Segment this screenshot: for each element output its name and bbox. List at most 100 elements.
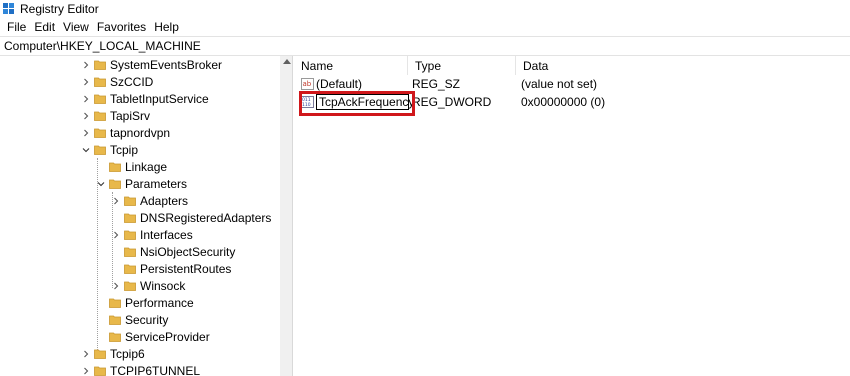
tree-item[interactable]: Adapters xyxy=(110,192,188,209)
tree-item[interactable]: SzCCID xyxy=(80,73,153,90)
tree-item-label: Adapters xyxy=(140,193,189,208)
tree-item[interactable]: TapiSrv xyxy=(80,107,150,124)
address-path[interactable]: Computer\HKEY_LOCAL_MACHINE xyxy=(4,39,201,53)
tree-item-label: Performance xyxy=(125,295,194,310)
tree-item-label: TapiSrv xyxy=(110,108,151,123)
value-type: REG_SZ xyxy=(412,77,461,91)
column-header-type[interactable]: Type xyxy=(408,56,516,75)
folder-icon xyxy=(94,127,106,138)
tree-item-label: Tcpip xyxy=(110,142,139,157)
list-header: Name Type Data xyxy=(294,56,850,75)
tree-item[interactable]: Linkage xyxy=(95,158,167,175)
menu-view[interactable]: View xyxy=(59,20,93,34)
tree-item[interactable]: Tcpip6 xyxy=(80,345,145,362)
tree-item-label: Linkage xyxy=(125,159,168,174)
tree-item-label: Tcpip6 xyxy=(110,346,145,361)
key-tree-pane[interactable]: SystemEventsBroker SzCCID TabletInputServi… xyxy=(0,56,293,376)
folder-icon xyxy=(109,314,121,325)
folder-icon xyxy=(124,229,136,240)
registry-editor-icon xyxy=(3,3,15,15)
menu-file[interactable]: File xyxy=(3,20,30,34)
scroll-up-arrow-icon[interactable] xyxy=(283,59,291,64)
value-name: (Default) xyxy=(316,77,363,91)
chevron-down-icon[interactable] xyxy=(95,178,107,190)
title-bar: Registry Editor xyxy=(0,0,850,18)
folder-icon xyxy=(109,297,121,308)
tree-item[interactable]: Tcpip xyxy=(80,141,138,158)
folder-icon xyxy=(109,178,121,189)
tree-item-label: Interfaces xyxy=(140,227,193,242)
tree-item[interactable]: Winsock xyxy=(110,277,185,294)
folder-icon xyxy=(124,195,136,206)
tree-item-label: NsiObjectSecurity xyxy=(140,244,236,259)
folder-icon xyxy=(94,93,106,104)
tree-item-label: SystemEventsBroker xyxy=(110,57,223,72)
menu-bar: File Edit View Favorites Help xyxy=(0,18,850,36)
folder-icon xyxy=(124,246,136,257)
tree-item[interactable]: ServiceProvider xyxy=(95,328,210,345)
value-data: 0x00000000 (0) xyxy=(521,95,606,109)
value-type: REG_DWORD xyxy=(412,95,492,109)
string-value-icon: ab xyxy=(301,78,314,90)
chevron-right-icon[interactable] xyxy=(110,195,122,207)
tree-item-label: PersistentRoutes xyxy=(140,261,232,276)
folder-icon xyxy=(94,365,106,376)
window-title: Registry Editor xyxy=(20,2,99,16)
folder-icon xyxy=(124,280,136,291)
folder-icon xyxy=(109,161,121,172)
chevron-right-icon[interactable] xyxy=(80,93,92,105)
chevron-right-icon[interactable] xyxy=(80,76,92,88)
chevron-right-icon[interactable] xyxy=(80,59,92,71)
tree-item[interactable]: SystemEventsBroker xyxy=(80,56,222,73)
tree-item[interactable]: Performance xyxy=(95,294,194,311)
values-pane[interactable]: Name Type Data ab (Default) REG_SZ (valu… xyxy=(294,56,850,376)
highlight-box xyxy=(299,91,415,116)
tree-item[interactable]: TabletInputService xyxy=(80,90,209,107)
tree-item-label: Parameters xyxy=(125,176,188,191)
chevron-right-icon[interactable] xyxy=(80,348,92,360)
tree-item-label: TabletInputService xyxy=(110,91,209,106)
address-bar[interactable]: Computer\HKEY_LOCAL_MACHINE xyxy=(0,36,850,56)
chevron-right-icon[interactable] xyxy=(80,365,92,376)
chevron-right-icon[interactable] xyxy=(80,110,92,122)
menu-favorites[interactable]: Favorites xyxy=(93,20,150,34)
tree-item[interactable]: Interfaces xyxy=(110,226,193,243)
column-header-data[interactable]: Data xyxy=(516,56,850,75)
folder-icon xyxy=(94,59,106,70)
tree-item[interactable]: Security xyxy=(95,311,168,328)
tree-item-label: SzCCID xyxy=(110,74,154,89)
tree-item[interactable]: DNSRegisteredAdapters xyxy=(110,209,271,226)
chevron-right-icon[interactable] xyxy=(110,229,122,241)
svg-text:ab: ab xyxy=(303,80,312,88)
column-header-name[interactable]: Name xyxy=(294,56,408,75)
value-name-cell: ab (Default) xyxy=(294,77,409,91)
chevron-right-icon[interactable] xyxy=(110,280,122,292)
menu-help[interactable]: Help xyxy=(150,20,183,34)
folder-icon xyxy=(109,331,121,342)
tree-item-label: Winsock xyxy=(140,278,186,293)
folder-icon xyxy=(94,110,106,121)
tree-item-label: tapnordvpn xyxy=(110,125,171,140)
chevron-right-icon[interactable] xyxy=(80,127,92,139)
tree-item[interactable]: NsiObjectSecurity xyxy=(110,243,235,260)
folder-icon xyxy=(124,263,136,274)
tree-item-label: TCPIP6TUNNEL xyxy=(110,363,201,376)
menu-edit[interactable]: Edit xyxy=(30,20,59,34)
tree-item-label: ServiceProvider xyxy=(125,329,210,344)
tree-item[interactable]: TCPIP6TUNNEL xyxy=(80,362,200,376)
tree-scrollbar[interactable] xyxy=(280,56,292,376)
chevron-down-icon[interactable] xyxy=(80,144,92,156)
tree-item[interactable]: tapnordvpn xyxy=(80,124,170,141)
folder-icon xyxy=(94,76,106,87)
folder-icon xyxy=(94,348,106,359)
tree-item[interactable]: PersistentRoutes xyxy=(110,260,231,277)
tree-item-label: DNSRegisteredAdapters xyxy=(140,210,272,225)
tree-item[interactable]: Parameters xyxy=(95,175,187,192)
folder-icon xyxy=(94,144,106,155)
folder-icon xyxy=(124,212,136,223)
